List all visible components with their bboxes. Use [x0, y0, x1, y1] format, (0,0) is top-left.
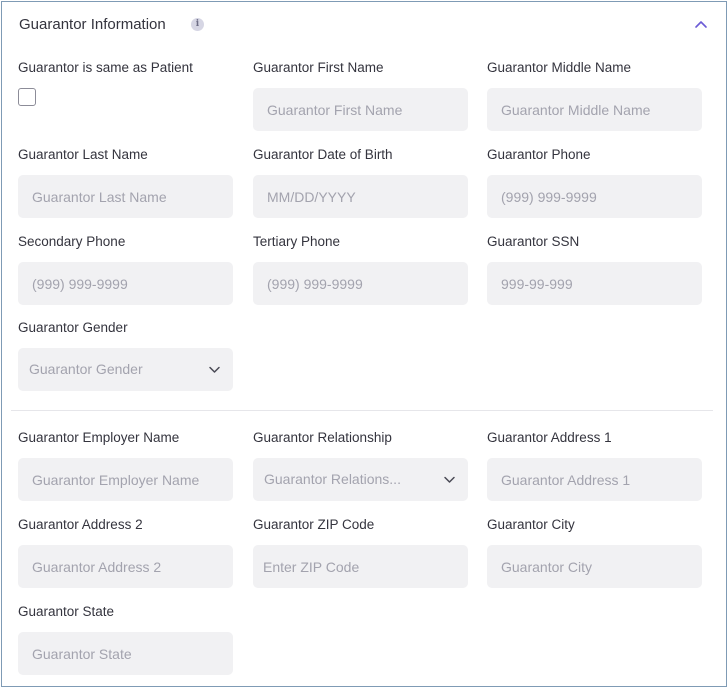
last-name-input[interactable]: [18, 175, 233, 218]
city-input[interactable]: [487, 545, 702, 588]
secondary-phone-label: Secondary Phone: [18, 234, 126, 249]
state-label: Guarantor State: [18, 604, 115, 619]
chevron-down-icon: [208, 363, 221, 376]
middle-name-label: Guarantor Middle Name: [487, 60, 632, 75]
relationship-select[interactable]: Guarantor Relations...: [253, 458, 468, 501]
middle-name-field: Guarantor Middle Name: [487, 59, 702, 131]
tertiary-phone-label: Tertiary Phone: [253, 234, 341, 249]
city-field: Guarantor City: [487, 516, 702, 588]
first-name-field: Guarantor First Name: [253, 59, 468, 131]
secondary-phone-field: Secondary Phone: [18, 233, 233, 305]
secondary-phone-input[interactable]: [18, 262, 233, 305]
address1-field: Guarantor Address 1: [487, 429, 702, 501]
gender-label: Guarantor Gender: [18, 320, 128, 335]
state-field: Guarantor State: [18, 603, 233, 675]
dob-field: Guarantor Date of Birth: [253, 146, 468, 218]
first-name-label: Guarantor First Name: [253, 60, 384, 75]
middle-name-input[interactable]: [487, 88, 702, 131]
ssn-input[interactable]: [487, 262, 702, 305]
gender-select-value: Guarantor Gender: [29, 361, 143, 377]
city-label: Guarantor City: [487, 517, 575, 532]
last-name-field: Guarantor Last Name: [18, 146, 233, 218]
chevron-up-icon[interactable]: [693, 16, 709, 32]
phone-label: Guarantor Phone: [487, 147, 591, 162]
section-title: Guarantor Information: [19, 16, 166, 33]
dob-input[interactable]: [253, 175, 468, 218]
info-icon[interactable]: i: [191, 18, 204, 31]
ssn-label: Guarantor SSN: [487, 234, 580, 249]
relationship-select-value: Guarantor Relations...: [264, 471, 401, 487]
gender-select[interactable]: Guarantor Gender: [18, 348, 233, 391]
address2-label: Guarantor Address 2: [18, 517, 143, 532]
state-input[interactable]: [18, 632, 233, 675]
same-as-patient-label: Guarantor is same as Patient: [18, 60, 193, 75]
phone-input[interactable]: [487, 175, 702, 218]
zip-input[interactable]: [253, 545, 468, 588]
same-as-patient-field: Guarantor is same as Patient: [18, 59, 233, 106]
section-header[interactable]: Guarantor Information i: [19, 14, 709, 36]
last-name-label: Guarantor Last Name: [18, 147, 148, 162]
section-divider: [11, 410, 713, 411]
employer-field: Guarantor Employer Name: [18, 429, 233, 501]
relationship-field: Guarantor Relationship Guarantor Relatio…: [253, 429, 468, 501]
tertiary-phone-field: Tertiary Phone: [253, 233, 468, 305]
employer-input[interactable]: [18, 458, 233, 501]
address1-input[interactable]: [487, 458, 702, 501]
guarantor-information-panel: Guarantor Information i Guarantor is sam…: [1, 1, 727, 687]
relationship-label: Guarantor Relationship: [253, 430, 392, 445]
gender-field: Guarantor Gender Guarantor Gender: [18, 319, 233, 391]
address2-input[interactable]: [18, 545, 233, 588]
dob-label: Guarantor Date of Birth: [253, 147, 393, 162]
zip-label: Guarantor ZIP Code: [253, 517, 375, 532]
address2-field: Guarantor Address 2: [18, 516, 233, 588]
phone-field: Guarantor Phone: [487, 146, 702, 218]
chevron-down-icon: [443, 473, 456, 486]
ssn-field: Guarantor SSN: [487, 233, 702, 305]
tertiary-phone-input[interactable]: [253, 262, 468, 305]
address1-label: Guarantor Address 1: [487, 430, 612, 445]
zip-field: Guarantor ZIP Code: [253, 516, 468, 588]
same-as-patient-checkbox[interactable]: [18, 88, 36, 106]
first-name-input[interactable]: [253, 88, 468, 131]
employer-label: Guarantor Employer Name: [18, 430, 180, 445]
